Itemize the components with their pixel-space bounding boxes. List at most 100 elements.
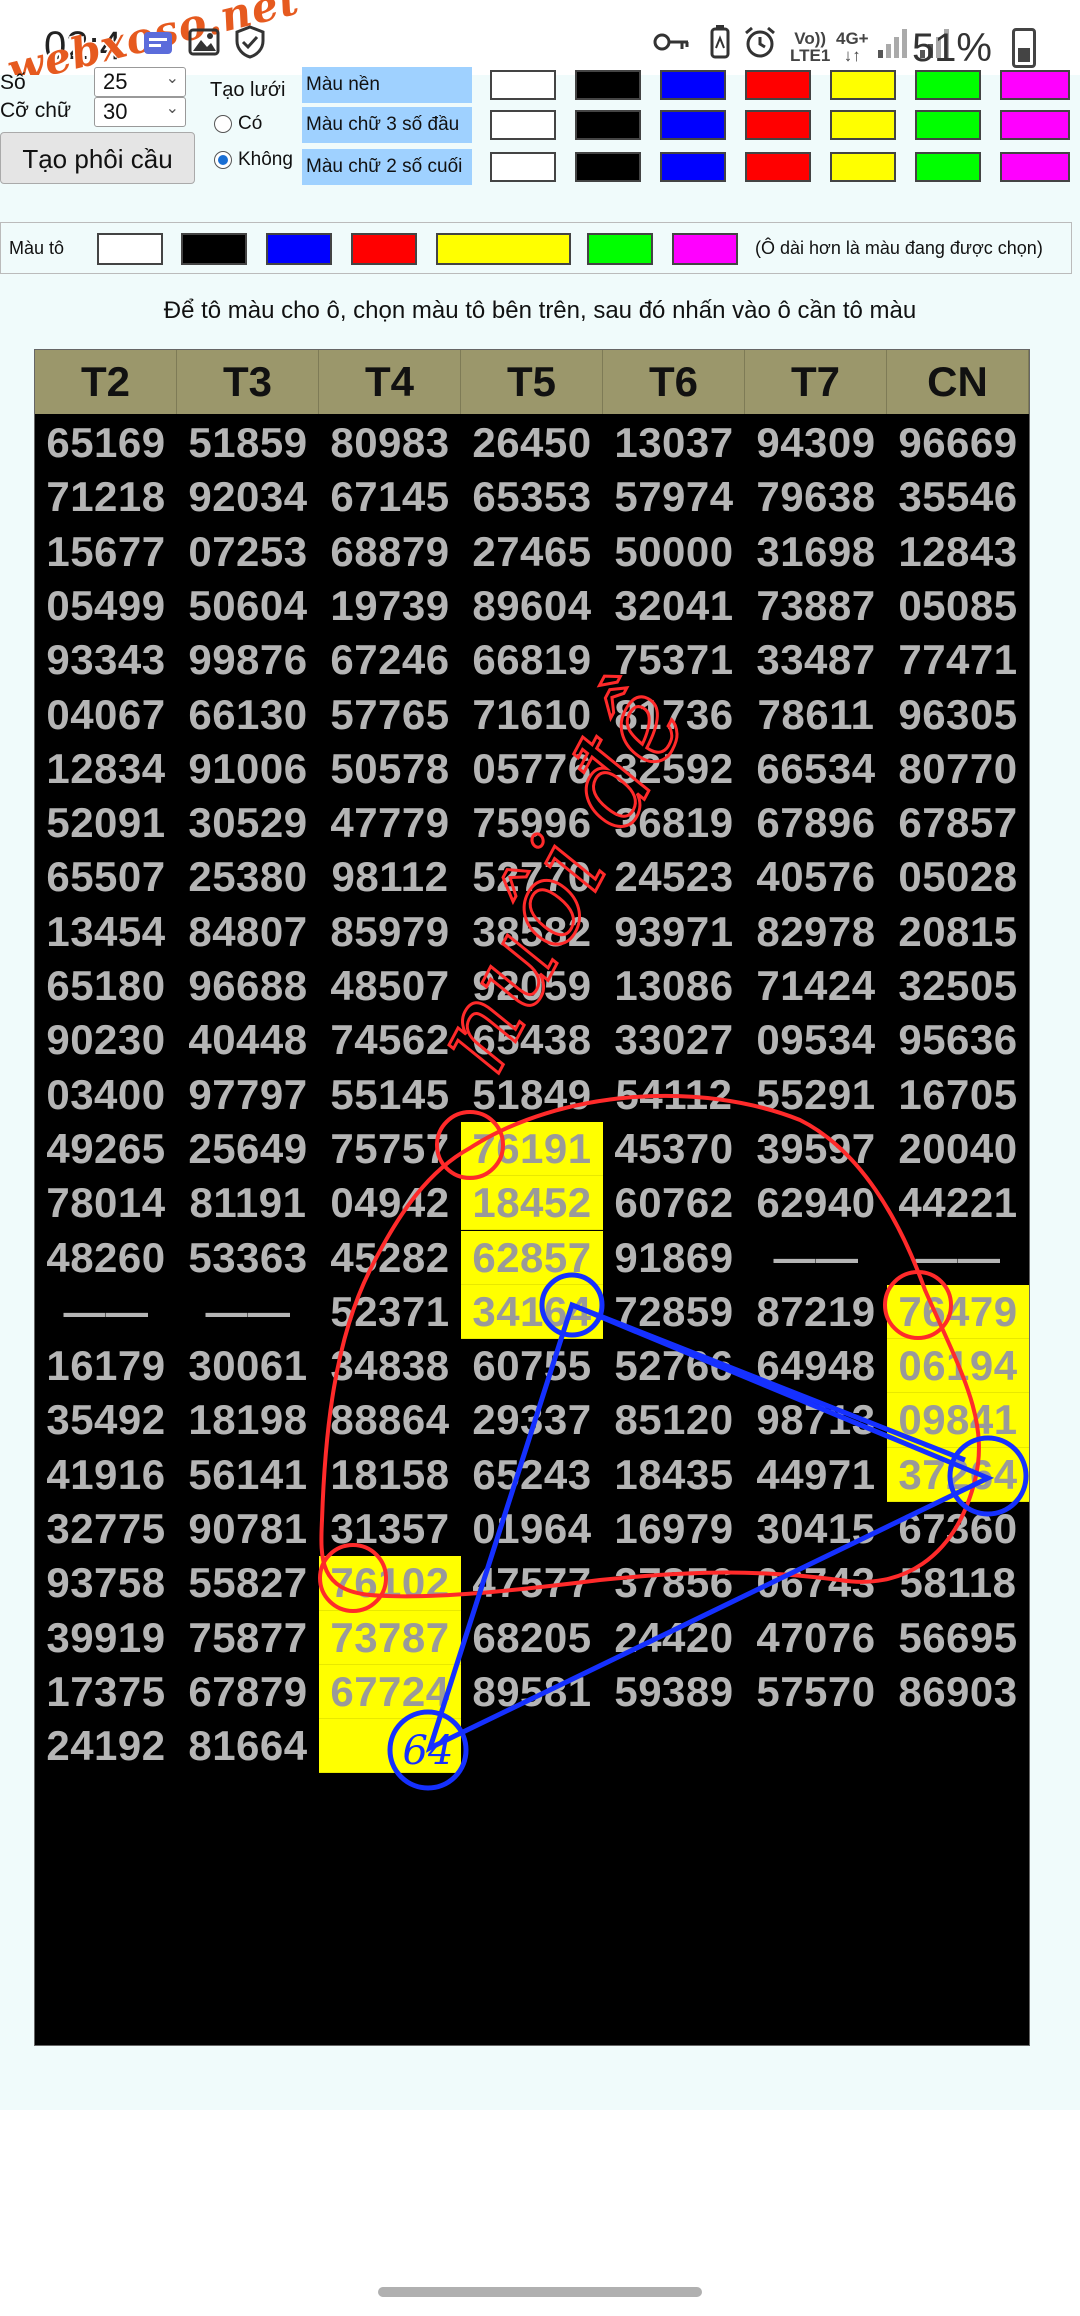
grid-cell[interactable]: 07253 [177, 525, 319, 579]
grid-cell[interactable]: 66130 [177, 688, 319, 742]
grid-cell[interactable]: 65169 [35, 416, 177, 470]
color-swatch[interactable] [575, 110, 641, 140]
grid-cell[interactable]: 45370 [603, 1122, 745, 1176]
grid-cell[interactable]: 94309 [745, 416, 887, 470]
grid-cell[interactable]: 86903 [887, 1665, 1029, 1719]
grid-cell[interactable]: 75371 [603, 633, 745, 687]
grid-cell[interactable]: 37264 [887, 1447, 1029, 1502]
grid-cell[interactable]: 44971 [745, 1448, 887, 1502]
grid-cell[interactable]: 47779 [319, 796, 461, 850]
grid-cell[interactable]: 16179 [35, 1339, 177, 1393]
grid-cell[interactable]: 15677 [35, 525, 177, 579]
grid-cell[interactable]: 89604 [461, 579, 603, 633]
grid-cell[interactable]: 18198 [177, 1393, 319, 1447]
grid-cell[interactable]: 71218 [35, 470, 177, 524]
grid-cell[interactable]: 50000 [603, 525, 745, 579]
grid-cell[interactable]: 73787 [319, 1610, 461, 1665]
grid-cell[interactable]: 32775 [35, 1502, 177, 1556]
grid-cell[interactable]: 36819 [603, 796, 745, 850]
grid-cell[interactable]: 79638 [745, 470, 887, 524]
color-swatch[interactable] [830, 152, 896, 182]
grid-cell[interactable]: 51859 [177, 416, 319, 470]
grid-cell[interactable]: 19739 [319, 579, 461, 633]
grid-cell[interactable]: 71424 [745, 959, 887, 1013]
grid-cell[interactable]: 04942 [319, 1176, 461, 1230]
grid-cell[interactable]: 78611 [745, 688, 887, 742]
grid-cell[interactable]: 67896 [745, 796, 887, 850]
color-swatch[interactable] [660, 110, 726, 140]
grid-cell[interactable]: 52770 [461, 850, 603, 904]
grid-cell[interactable]: 50604 [177, 579, 319, 633]
grid-cell[interactable]: 47577 [461, 1556, 603, 1610]
grid-cell[interactable]: 80770 [887, 742, 1029, 796]
grid-cell[interactable]: 24420 [603, 1611, 745, 1665]
grid-cell[interactable]: 55145 [319, 1068, 461, 1122]
grid-cell[interactable]: 65507 [35, 850, 177, 904]
color-swatch[interactable] [660, 152, 726, 182]
paint-swatch[interactable] [436, 233, 571, 265]
co-chu-select[interactable]: 30 ⌄ [94, 97, 186, 127]
grid-cell[interactable]: 92059 [461, 959, 603, 1013]
color-swatch[interactable] [915, 152, 981, 182]
grid-cell[interactable]: 39597 [745, 1122, 887, 1176]
grid-cell[interactable]: 44221 [887, 1176, 1029, 1230]
grid-cell[interactable]: 67724 [319, 1664, 461, 1720]
grid-cell[interactable]: —— [745, 1231, 887, 1285]
grid-cell[interactable]: 24192 [35, 1719, 177, 1773]
grid-cell[interactable]: 98112 [319, 850, 461, 904]
grid-cell[interactable]: 85120 [603, 1393, 745, 1447]
grid-cell[interactable]: 24523 [603, 850, 745, 904]
grid-cell[interactable]: 90781 [177, 1502, 319, 1556]
grid-cell[interactable]: 06743 [745, 1556, 887, 1610]
grid-cell[interactable]: 66819 [461, 633, 603, 687]
tao-phoi-button[interactable]: Tạo phôi cầu [0, 132, 195, 184]
grid-cell[interactable]: 35492 [35, 1393, 177, 1447]
grid-cell[interactable]: 98713 [745, 1393, 887, 1447]
grid-cell[interactable]: 18158 [319, 1448, 461, 1502]
grid-cell[interactable]: 57765 [319, 688, 461, 742]
grid-cell[interactable]: 41916 [35, 1448, 177, 1502]
grid-cell[interactable]: 78014 [35, 1176, 177, 1230]
grid-cell[interactable]: 05499 [35, 579, 177, 633]
color-swatch[interactable] [745, 152, 811, 182]
grid-cell[interactable]: 67145 [319, 470, 461, 524]
grid-cell[interactable]: 97797 [177, 1068, 319, 1122]
grid-cell[interactable]: 64948 [745, 1339, 887, 1393]
grid-cell[interactable]: 12834 [35, 742, 177, 796]
grid-cell[interactable]: 16705 [887, 1068, 1029, 1122]
grid-cell[interactable]: 75757 [319, 1122, 461, 1176]
grid-cell[interactable]: 56141 [177, 1448, 319, 1502]
color-swatch[interactable] [490, 70, 556, 100]
grid-cell[interactable]: 09534 [745, 1013, 887, 1067]
grid-cell[interactable]: 59389 [603, 1665, 745, 1719]
grid-cell[interactable]: 33027 [603, 1013, 745, 1067]
grid-cell[interactable]: 87219 [745, 1285, 887, 1339]
grid-cell[interactable]: 76191 [461, 1121, 603, 1177]
grid-cell[interactable]: 62857 [461, 1230, 603, 1285]
grid-cell[interactable]: 76102 [319, 1556, 461, 1611]
grid-cell[interactable]: 73887 [745, 579, 887, 633]
grid-cell[interactable]: 18452 [461, 1176, 603, 1231]
grid-cell[interactable]: 65243 [461, 1448, 603, 1502]
radio-co[interactable] [214, 115, 232, 133]
grid-cell[interactable]: 32041 [603, 579, 745, 633]
grid-cell[interactable]: 80983 [319, 416, 461, 470]
grid-cell[interactable]: 57974 [603, 470, 745, 524]
grid-cell[interactable]: 31357 [319, 1502, 461, 1556]
grid-cell[interactable]: 85979 [319, 905, 461, 959]
paint-swatch[interactable] [266, 233, 332, 265]
grid-cell[interactable]: 13037 [603, 416, 745, 470]
grid-cell[interactable]: 65438 [461, 1013, 603, 1067]
grid-cell[interactable]: —— [887, 1231, 1029, 1285]
grid-cell[interactable]: 54112 [603, 1068, 745, 1122]
grid-cell[interactable]: 96688 [177, 959, 319, 1013]
grid-cell[interactable]: 09841 [887, 1393, 1029, 1448]
grid-cell[interactable]: 48260 [35, 1231, 177, 1285]
paint-swatch[interactable] [351, 233, 417, 265]
grid-cell[interactable]: 52091 [35, 796, 177, 850]
grid-cell[interactable]: 67857 [887, 796, 1029, 850]
grid-cell[interactable]: 96669 [887, 416, 1029, 470]
grid-cell[interactable]: 62940 [745, 1176, 887, 1230]
grid-cell[interactable]: —— [35, 1285, 177, 1339]
grid-cell[interactable]: 12843 [887, 525, 1029, 579]
